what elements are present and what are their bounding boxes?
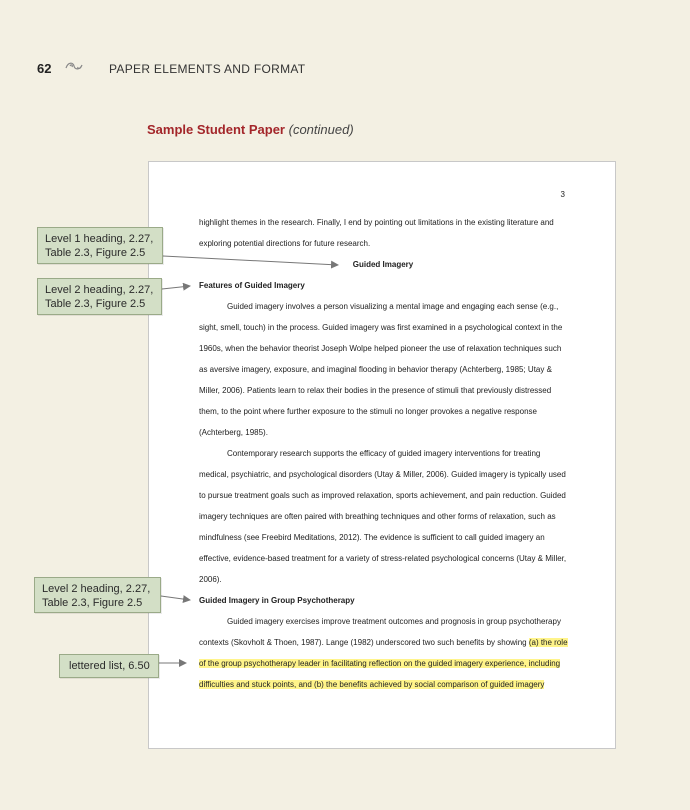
callout-line: Level 1 heading, 2.27, — [45, 233, 154, 245]
paper-line: difficulties and stuck points, and (b) t… — [199, 679, 545, 690]
level-2-heading: Features of Guided Imagery — [199, 281, 305, 290]
page-number: 62 — [37, 61, 52, 76]
paper-line: exploring potential directions for futur… — [199, 239, 371, 248]
paper-line: highlight themes in the research. Finall… — [199, 218, 554, 227]
paper-line: Contemporary research supports the effic… — [227, 449, 541, 458]
paper-line: (Achterberg, 1985). — [199, 428, 268, 437]
callout-line: Table 2.3, Figure 2.5 — [42, 597, 143, 609]
section-title: PAPER ELEMENTS AND FORMAT — [109, 62, 306, 76]
paper-line: mindfulness (see Freebird Meditations, 2… — [199, 533, 545, 542]
callout-line: Table 2.3, Figure 2.5 — [45, 298, 146, 310]
paper-line: medical, psychiatric, and psychological … — [199, 470, 566, 479]
paper-line: them, to the point where further exposur… — [199, 407, 537, 416]
lettered-list-highlight: (a) the role — [528, 638, 568, 647]
callout-level-2-heading-group: Level 2 heading, 2.27, Table 2.3, Figure… — [34, 577, 161, 613]
paper-line: imagery techniques are often paired with… — [199, 512, 556, 521]
callout-level-2-heading: Level 2 heading, 2.27, Table 2.3, Figure… — [37, 278, 162, 315]
paper-page-number: 3 — [560, 190, 565, 199]
callout-line: Level 2 heading, 2.27, — [45, 284, 154, 296]
sample-heading: Sample Student Paper (continued) — [147, 122, 354, 137]
lettered-list-highlight: of the group psychotherapy leader in fac… — [199, 659, 561, 668]
sample-title: Sample Student Paper — [147, 122, 285, 137]
paper-line: of the group psychotherapy leader in fac… — [199, 658, 561, 669]
callout-line: Table 2.3, Figure 2.5 — [45, 247, 146, 259]
callout-level-1-heading: Level 1 heading, 2.27, Table 2.3, Figure… — [37, 227, 163, 264]
paper-line: as aversive imagery, exposure, and imagi… — [199, 365, 552, 374]
paper-line: effective, evidence-based treatment for … — [199, 554, 567, 563]
paper-line: contexts (Skovholt & Thoen, 1987). Lange… — [199, 637, 568, 648]
paper-line: 2006). — [199, 575, 222, 584]
callout-line: Level 2 heading, 2.27, — [42, 583, 151, 595]
paper-line: Guided imagery involves a person visuali… — [227, 302, 559, 311]
paper-line-text: contexts (Skovholt & Thoen, 1987). Lange… — [199, 638, 529, 647]
paper-line: Guided imagery exercises improve treatme… — [227, 617, 561, 626]
level-1-heading: Guided Imagery — [352, 260, 414, 269]
callout-lettered-list: lettered list, 6.50 — [59, 654, 159, 678]
paper-line: 1960s, when the behavior theorist Joseph… — [199, 344, 562, 353]
paper-line: to pursue treatment goals such as improv… — [199, 491, 566, 500]
sample-paper-page: 3 highlight themes in the research. Fina… — [148, 161, 616, 749]
paper-line: sight, smell, touch) in the process. Gui… — [199, 323, 563, 332]
sample-continued: (continued) — [288, 122, 354, 137]
level-2-heading: Guided Imagery in Group Psychotherapy — [199, 596, 355, 605]
lettered-list-highlight: difficulties and stuck points, and (b) t… — [199, 680, 545, 689]
ornament-icon — [65, 62, 83, 70]
paper-line: Miller, 2006). Patients learn to relax t… — [199, 386, 552, 395]
